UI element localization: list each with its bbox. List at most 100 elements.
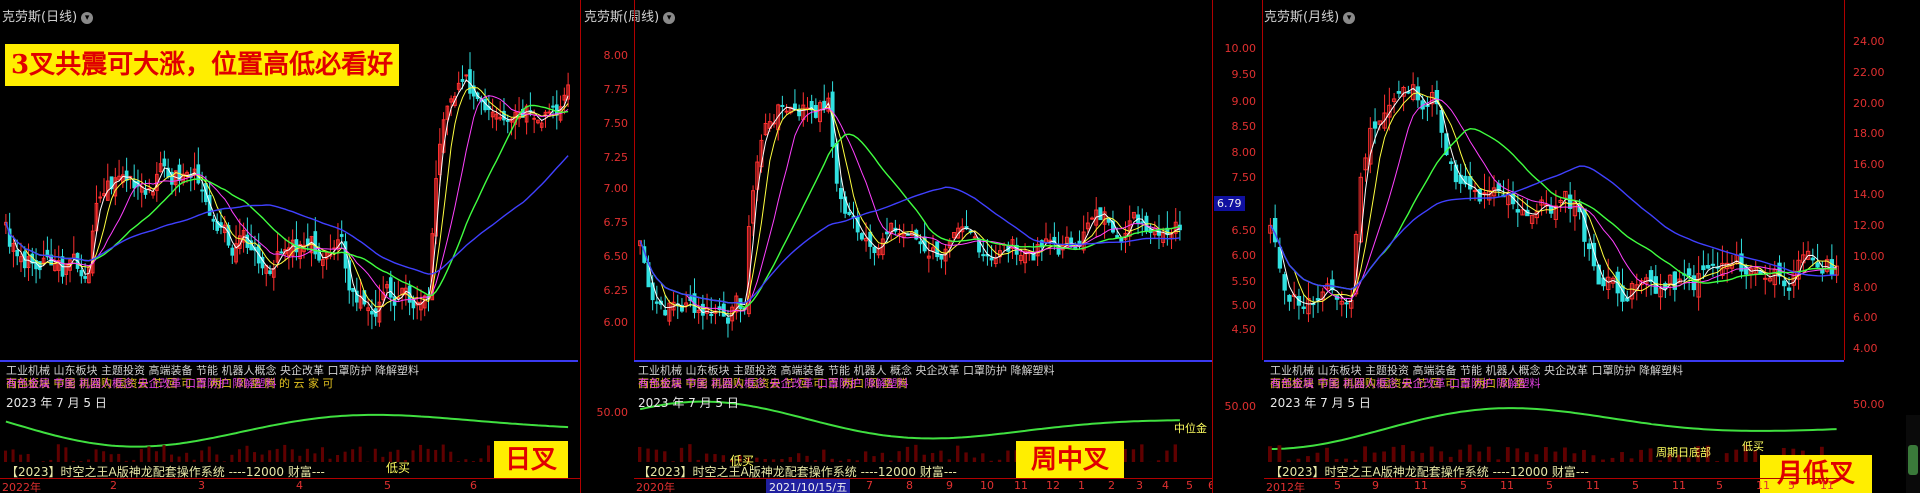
y-tick: 8.00	[1853, 281, 1878, 294]
y-tick: 7.25	[603, 151, 629, 164]
mid-gold-marker: 中位金	[1174, 422, 1207, 435]
y-tick: 4.50	[1231, 323, 1257, 336]
monthly-candles	[1268, 72, 1839, 462]
info-lines: 工业机械 山东板块 主题投资 高端装备 节能 机器人概念 央企改革 口罩防护 降…	[1270, 364, 1683, 390]
volume-bar	[1582, 449, 1586, 462]
x-label: 2012年	[1266, 481, 1305, 493]
y-tick: 24.00	[1853, 35, 1885, 48]
volume-bar	[1563, 447, 1567, 462]
volume-bar	[1724, 453, 1729, 462]
volume-bar	[1287, 460, 1291, 462]
panel-divider	[580, 0, 581, 493]
volume-bar	[1610, 457, 1615, 462]
volume-bar	[972, 457, 977, 462]
chevron-down-icon[interactable]: ▾	[81, 11, 94, 24]
candle-body	[859, 233, 864, 240]
candle-body	[279, 251, 284, 254]
volume-bar	[1534, 454, 1539, 462]
volume-bar	[1505, 447, 1510, 462]
volume-bar	[64, 447, 68, 462]
volume-bar	[275, 448, 279, 462]
moving-average-line	[639, 133, 1181, 309]
volume-bar	[1334, 458, 1339, 462]
daily-title[interactable]: 克劳斯(日线) ▾	[2, 6, 94, 25]
y-tick: 7.50	[1231, 171, 1257, 184]
y-tick: 6.25	[603, 284, 629, 297]
candle-body	[1287, 294, 1292, 302]
volume-bar	[713, 454, 717, 462]
volume-bar	[1296, 458, 1301, 462]
volume-bar	[373, 448, 377, 462]
moving-average-line	[1269, 87, 1837, 305]
volume-bar	[102, 451, 106, 462]
candle-body	[1472, 190, 1478, 193]
volume-bar	[1496, 459, 1501, 462]
volume-bar	[797, 453, 801, 462]
candle-body	[939, 254, 944, 260]
candle-body	[200, 189, 204, 192]
volume-bar	[922, 454, 926, 462]
vertical-scrollbar[interactable]	[1906, 415, 1920, 493]
chevron-down-icon[interactable]: ▾	[1343, 11, 1356, 24]
volume-bar	[1477, 451, 1482, 462]
candle-body	[1272, 218, 1278, 243]
y-tick: 20.00	[1853, 97, 1885, 110]
candle-body	[780, 104, 785, 107]
x-label: 11	[1014, 479, 1028, 492]
volume-bar	[1165, 450, 1169, 462]
volume-bar	[688, 444, 692, 462]
y-tick: 6.50	[603, 250, 629, 263]
volume-bar	[441, 444, 445, 462]
x-label: 2	[1108, 479, 1115, 492]
volume-bar	[313, 453, 317, 462]
x-selected-date: 2021/10/15/五	[766, 479, 851, 493]
candle-body	[1477, 189, 1482, 202]
volume-bar	[1382, 451, 1387, 462]
candle-body	[1115, 235, 1120, 238]
monthly-title[interactable]: 克劳斯(月线) ▾	[1264, 6, 1356, 25]
volume-bar	[1006, 450, 1010, 462]
monthly-chart-panel[interactable]: 6.79 10.00 9.50 9.00 8.50 8.00 7.50 6.50…	[1214, 0, 1920, 493]
candle-body	[1515, 209, 1520, 213]
cycle-bottom-marker: 周期日底部	[1656, 446, 1711, 459]
candle-body	[663, 309, 668, 316]
volume-bar	[479, 458, 483, 462]
volume-bar	[1486, 446, 1491, 462]
scrollbar-thumb[interactable]	[1908, 445, 1918, 475]
x-label: 11	[1586, 479, 1600, 492]
volume-bar	[780, 458, 784, 462]
candle-body	[1140, 221, 1145, 224]
candle-body	[339, 234, 344, 237]
candle-body	[143, 189, 148, 195]
volume-bar	[71, 460, 75, 462]
volume-bar	[1156, 460, 1161, 462]
candle-body	[1468, 176, 1473, 190]
weekly-chart-panel[interactable]: 克劳斯(周线) ▾ 工业机械 山东板块 主题投资 高端装备 节能 机器人 概念 央…	[582, 0, 1212, 493]
chevron-down-icon[interactable]: ▾	[663, 11, 676, 24]
candle-body	[532, 117, 536, 120]
y-tick: 12.00	[1853, 219, 1885, 232]
volume-bar	[1620, 452, 1624, 462]
volume-bar	[905, 446, 910, 462]
volume-bar	[679, 447, 684, 462]
volume-bar	[358, 446, 362, 462]
volume-bar	[1639, 449, 1643, 462]
candle-body	[162, 158, 167, 167]
volume-bar	[696, 459, 700, 462]
volume-bar	[207, 446, 211, 462]
candle-body	[1372, 121, 1378, 129]
volume-bar	[704, 453, 709, 462]
candle-body	[1482, 192, 1487, 195]
volume-bar	[880, 452, 885, 462]
weekly-cross-label: 周中叉	[1016, 441, 1124, 479]
candle-body	[726, 317, 730, 324]
volume-bar	[154, 451, 158, 462]
volume-bar	[245, 445, 249, 462]
candle-body	[388, 277, 393, 298]
volume-bar	[283, 444, 287, 462]
volume-bar	[4, 450, 8, 462]
volume-bar	[897, 451, 901, 462]
x-label: 2022年	[2, 481, 41, 493]
daily-chart-panel[interactable]: 克劳斯(日线) ▾ 3叉共震可大涨，位置高低必看好 工业机械 山东板块 主题投资 …	[0, 0, 580, 493]
volume-bar	[1173, 444, 1177, 462]
